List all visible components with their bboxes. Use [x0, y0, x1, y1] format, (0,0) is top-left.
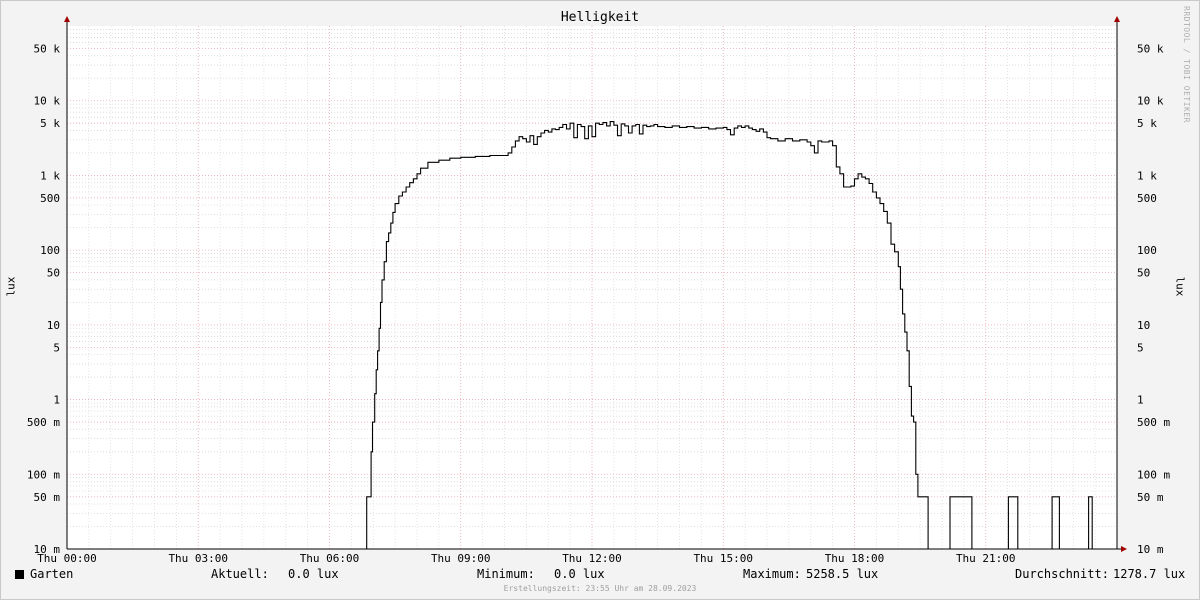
x-tick-label: Thu 06:00 [300, 552, 360, 565]
y-tick-label-left: 5 k [40, 117, 60, 130]
y-tick-label-right: 50 k [1137, 42, 1164, 55]
x-tick-label: Thu 21:00 [956, 552, 1016, 565]
y-tick-label-left: 100 m [27, 468, 60, 481]
y-tick-label-right: 5 k [1137, 117, 1157, 130]
x-tick-label: Thu 12:00 [562, 552, 622, 565]
y-tick-label-left: 50 m [34, 491, 61, 504]
y-tick-label-right: 5 [1137, 341, 1144, 354]
y-axis-label-left: lux [4, 276, 18, 297]
x-tick-label: Thu 15:00 [693, 552, 753, 565]
x-tick-label: Thu 00:00 [37, 552, 97, 565]
y-tick-label-left: 50 [47, 267, 60, 280]
footer-timestamp: Erstellungszeit: 23:55 Uhr am 28.09.2023 [503, 584, 697, 593]
x-axis-arrow [1121, 546, 1127, 552]
y-tick-label-left: 100 [40, 244, 60, 257]
y-axis-label-right: lux [1173, 276, 1187, 297]
y-tick-label-right: 10 [1137, 319, 1150, 332]
y-tick-label-left: 500 [40, 192, 60, 205]
x-tick-label: Thu 18:00 [825, 552, 885, 565]
legend-current-value: 0.0 lux [288, 567, 339, 581]
chart-plot: 10 m 10 m50 m 50 m100 m 100 m500 m 500 m1 15 5… [27, 16, 1170, 565]
y-tick-label-right: 1 k [1137, 169, 1157, 182]
y-tick-label-left: 10 [47, 319, 60, 332]
legend-avg-label: Durchschnitt: [1015, 567, 1109, 581]
y-tick-label-right: 50 [1137, 267, 1150, 280]
y-tick-label-right: 10 k [1137, 95, 1164, 108]
y-tick-label-right: 100 [1137, 244, 1157, 257]
y-tick-label-right: 500 [1137, 192, 1157, 205]
x-tick-label: Thu 09:00 [431, 552, 491, 565]
y-tick-label-right: 500 m [1137, 416, 1170, 429]
y-tick-label-right: 1 [1137, 394, 1144, 407]
y-tick-label-right: 10 m [1137, 543, 1164, 556]
legend-min-value: 0.0 lux [554, 567, 605, 581]
legend-series-name: Garten [30, 567, 74, 581]
y-tick-label-left: 1 [53, 394, 60, 407]
legend-max-value: 5258.5 lux [806, 567, 879, 581]
legend-min-label: Minimum: [477, 567, 535, 581]
watermark: RRDTOOL / TOBI OETIKER [1182, 6, 1191, 123]
y-tick-label-left: 10 k [34, 95, 61, 108]
y-tick-label-left: 1 k [40, 169, 60, 182]
legend-avg-value: 1278.7 lux [1113, 567, 1186, 581]
chart-title: Helligkeit [560, 10, 640, 25]
y-tick-label-left: 5 [53, 341, 60, 354]
legend-max-label: Maximum: [743, 567, 801, 581]
legend-current-label: Aktuell: [211, 567, 269, 581]
y-tick-label-right: 50 m [1137, 491, 1164, 504]
legend-swatch [15, 570, 24, 579]
y-tick-label-right: 100 m [1137, 468, 1170, 481]
y-tick-label-left: 500 m [27, 416, 60, 429]
x-tick-label: Thu 03:00 [168, 552, 228, 565]
y-tick-label-left: 50 k [34, 42, 61, 55]
